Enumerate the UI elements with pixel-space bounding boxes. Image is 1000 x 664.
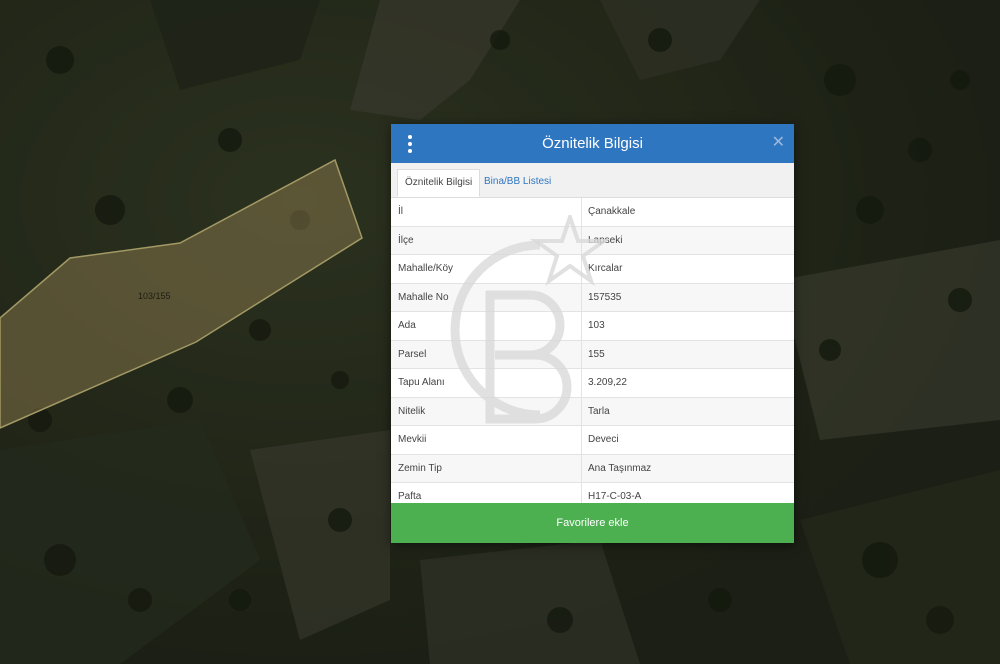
table-row: Mevkii Deveci — [391, 426, 794, 455]
add-to-favorites-button[interactable]: Favorilere ekle — [391, 503, 794, 543]
dialog-title: Öznitelik Bilgisi — [542, 135, 643, 152]
row-key: Mahalle/Köy — [398, 263, 454, 274]
row-value: Ana Taşınmaz — [588, 462, 652, 474]
table-row: Mahalle No 157535 — [391, 283, 794, 312]
row-key: Ada — [398, 320, 416, 331]
kebab-menu-icon[interactable] — [404, 135, 416, 153]
close-icon[interactable]: ✕ — [772, 134, 785, 152]
row-value: 103 — [588, 320, 605, 331]
row-key: Mevkii — [398, 434, 427, 445]
tab-attribute-info[interactable]: Öznitelik Bilgisi — [397, 169, 481, 197]
table-row: Ada 103 — [391, 312, 794, 341]
table-row: Mahalle/Köy Kırcalar — [391, 255, 794, 284]
row-value: Çanakkale — [588, 206, 636, 217]
table-row: Zemin Tip Ana Taşınmaz — [391, 454, 794, 483]
row-value: 157535 — [588, 291, 622, 303]
row-value: 3.209,22 — [588, 377, 627, 388]
row-value: 155 — [588, 348, 605, 360]
table-row: İlçe Lapseki — [391, 226, 794, 255]
parcel-label: 103/155 — [138, 291, 171, 301]
table-row: İl Çanakkale — [391, 198, 794, 227]
attribute-table: İl Çanakkale İlçe Lapseki Mahalle/Köy Kı… — [391, 198, 794, 512]
row-value: Tarla — [588, 405, 610, 417]
row-key: İl — [398, 206, 403, 217]
row-key: Parsel — [398, 348, 427, 360]
row-value: Lapseki — [588, 234, 623, 246]
row-key: İlçe — [398, 234, 414, 246]
table-row: Parsel 155 — [391, 340, 794, 369]
table-row: Tapu Alanı 3.209,22 — [391, 369, 794, 398]
table-row: Nitelik Tarla — [391, 397, 794, 426]
attribute-dialog: Öznitelik Bilgisi ✕ Öznitelik Bilgisi Bi… — [391, 124, 794, 543]
dialog-header: Öznitelik Bilgisi ✕ — [391, 124, 794, 163]
row-key: Tapu Alanı — [398, 377, 445, 388]
row-key: Nitelik — [398, 405, 426, 417]
row-key: Zemin Tip — [398, 462, 442, 474]
row-value: Kırcalar — [588, 263, 623, 274]
tab-bar: Öznitelik Bilgisi Bina/BB Listesi — [391, 163, 794, 198]
row-key: Mahalle No — [398, 291, 449, 303]
tab-building-list[interactable]: Bina/BB Listesi — [477, 169, 558, 197]
row-value: Deveci — [588, 434, 619, 445]
